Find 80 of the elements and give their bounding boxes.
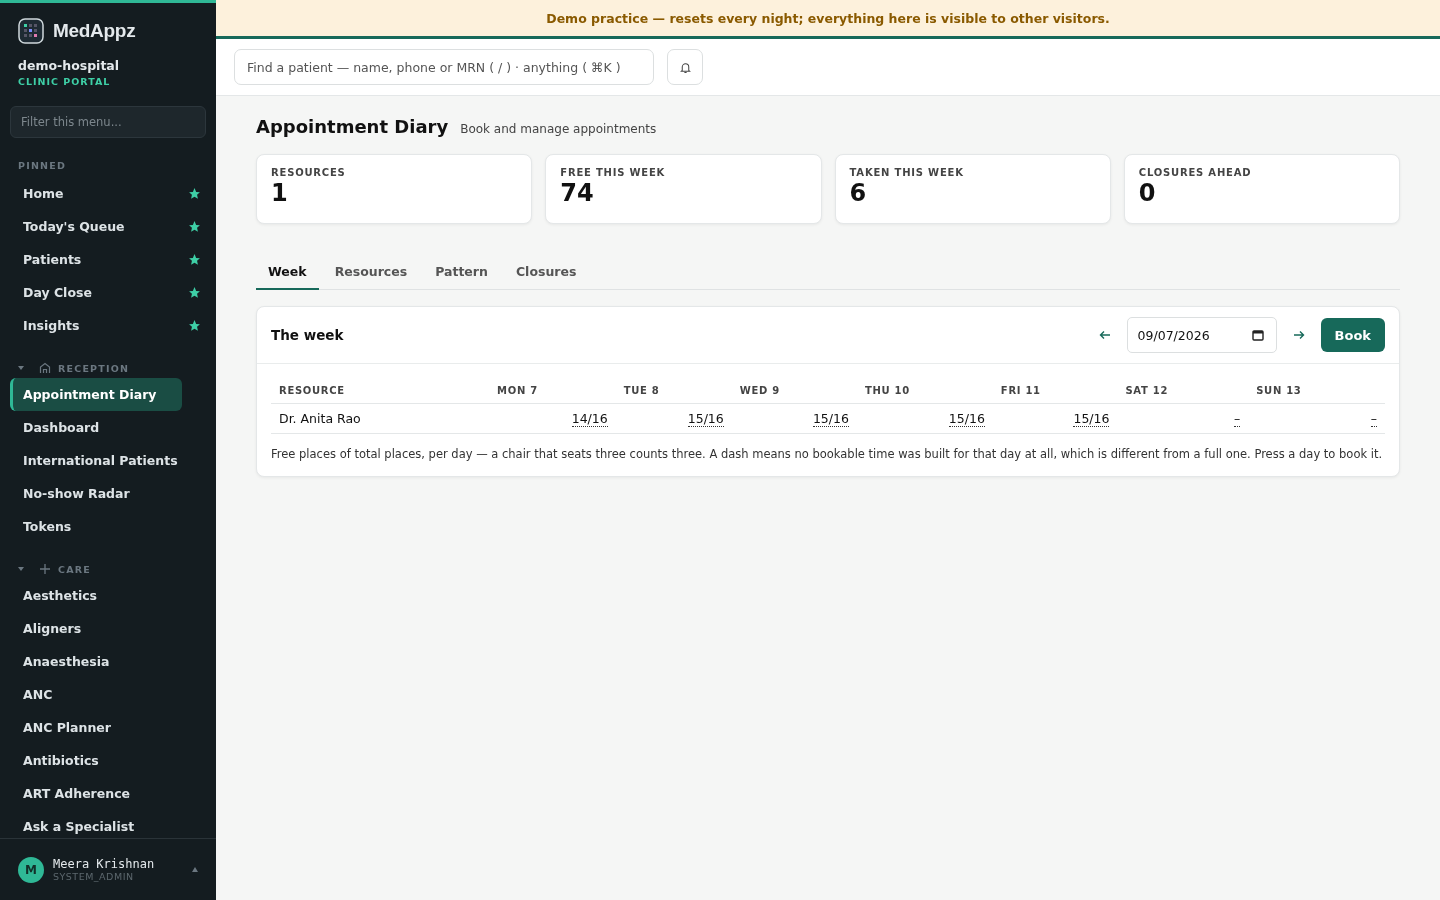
nav-item[interactable]: Insights (10, 309, 216, 342)
house-icon (39, 362, 51, 374)
star-icon[interactable] (188, 319, 201, 332)
user-name: Meera Krishnan (53, 857, 156, 871)
column-header: FRI 11 (1000, 385, 1041, 396)
nav-item[interactable]: Today's Queue (10, 210, 216, 243)
brand-name: MedAppz (53, 20, 136, 42)
stat-value: 6 (849, 179, 868, 207)
table-cell: Dr. Anita Rao (279, 411, 361, 426)
tab[interactable]: Pattern (423, 256, 500, 290)
avatar[interactable]: M (18, 856, 44, 883)
portal-label: CLINIC PORTAL (17, 75, 112, 87)
stat-label: TAKEN THIS WEEK (849, 167, 965, 178)
nav-item[interactable]: Day Close (10, 276, 216, 309)
column-header: WED 9 (739, 385, 780, 396)
tab[interactable]: Closures (503, 256, 589, 290)
stat-value: 1 (271, 179, 289, 207)
stat-value: 74 (560, 179, 595, 207)
nav-item[interactable]: ANC (10, 678, 206, 711)
star-icon[interactable] (188, 286, 201, 299)
nav-item[interactable]: Ask a Specialist (10, 810, 206, 838)
tab[interactable]: Resources (322, 256, 420, 290)
nav-item[interactable]: Aligners (10, 612, 206, 645)
day-capacity-link[interactable]: – (1233, 411, 1241, 427)
stat-label: RESOURCES (271, 167, 347, 178)
nav-item[interactable]: ART Adherence (10, 777, 206, 810)
nav-item[interactable]: Antibiotics (10, 744, 206, 777)
nav-item[interactable]: No-show Radar (10, 477, 206, 510)
caret-icon[interactable] (18, 566, 24, 572)
nav-item[interactable]: Anaesthesia (10, 645, 206, 678)
nav-item[interactable]: Home (10, 177, 216, 210)
column-header: RESOURCE (279, 385, 345, 396)
column-header: THU 10 (864, 385, 910, 396)
nav-item[interactable]: Aesthetics (10, 579, 206, 612)
plus-icon (39, 563, 51, 575)
book-button[interactable]: Book (1320, 318, 1385, 352)
bell-icon (678, 60, 692, 74)
section-title: RECEPTION (58, 362, 130, 374)
org-name: demo-hospital (17, 57, 121, 73)
star-icon[interactable] (188, 187, 201, 200)
nav-item[interactable]: Appointment Diary (10, 378, 182, 411)
section-title: CARE (58, 563, 91, 575)
nav-item[interactable]: ANC Planner (10, 711, 206, 744)
logo-icon (18, 18, 44, 44)
nav-item[interactable]: Tokens (10, 510, 206, 543)
arrow-left-icon[interactable] (1098, 330, 1111, 340)
tab[interactable]: Week (256, 256, 319, 290)
column-header: MON 7 (497, 385, 538, 396)
day-capacity-link[interactable]: 15/16 (687, 411, 724, 427)
column-header: SUN 13 (1256, 385, 1302, 396)
user-role: SYSTEM_ADMIN (53, 871, 135, 882)
page-title: Appointment Diary (256, 116, 449, 137)
caret-icon[interactable] (192, 867, 198, 872)
day-capacity-link[interactable]: 15/16 (948, 411, 985, 427)
day-capacity-link[interactable]: 15/16 (1073, 411, 1110, 427)
stat-value: 0 (1138, 179, 1157, 207)
banner-text: Demo practice — resets every night; everything here is visible to other visitors. (546, 10, 1110, 26)
nav-item[interactable]: Dashboard (10, 411, 206, 444)
star-icon[interactable] (188, 253, 201, 266)
section-title: PINNED (18, 160, 66, 171)
calendar-icon[interactable] (1251, 329, 1264, 341)
day-capacity-link[interactable]: 15/16 (812, 411, 849, 427)
day-capacity-link[interactable]: 14/16 (571, 411, 608, 427)
caret-icon[interactable] (18, 365, 24, 371)
nav-item[interactable]: Patients (10, 243, 216, 276)
column-header: SAT 12 (1125, 385, 1169, 396)
filter-field[interactable]: Filter this menu... (10, 106, 206, 138)
table-note: Free places of total places, per day — a chair that seats three counts three. A dash means no bookable time was built for that day at all, which is different from a full one. Press a day to book it. (271, 446, 1384, 463)
star-icon[interactable] (188, 220, 201, 233)
notifications-button[interactable] (667, 49, 703, 85)
stat-label: FREE THIS WEEK (560, 167, 667, 178)
day-capacity-link[interactable]: – (1370, 411, 1377, 427)
page-subtitle: Book and manage appointments (460, 122, 657, 136)
date-field[interactable]: 09/07/2026 (1126, 317, 1277, 353)
stat-label: CLOSURES AHEAD (1138, 167, 1253, 178)
arrow-right-icon[interactable] (1292, 330, 1305, 340)
column-header: TUE 8 (623, 385, 660, 396)
card-title: The week (271, 327, 345, 343)
search-field[interactable]: Find a patient — name, phone or MRN ( / ) · anything ( ⌘K ) (234, 49, 654, 85)
nav-item[interactable]: International Patients (10, 444, 206, 477)
